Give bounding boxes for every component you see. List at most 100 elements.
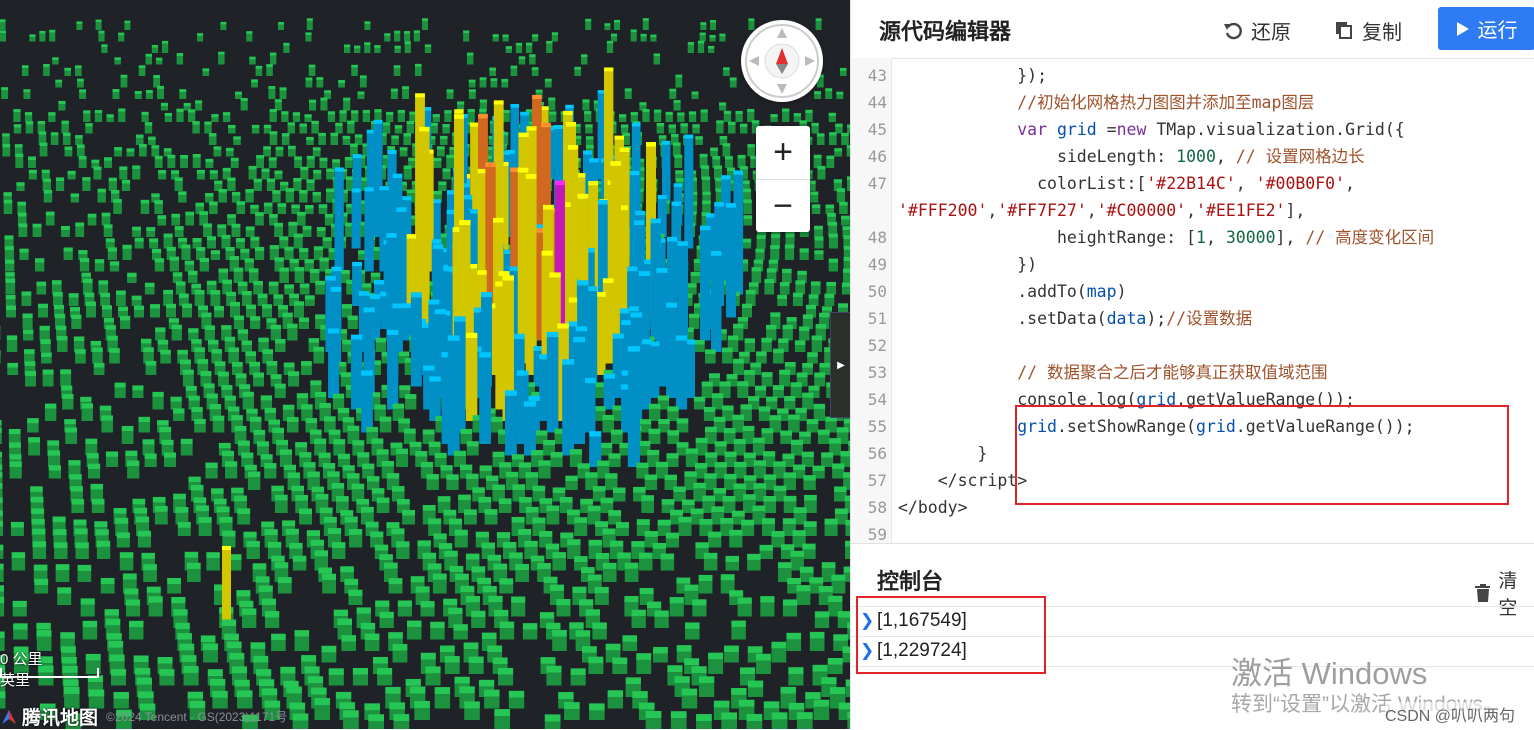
- heatmap-bar: [747, 554, 761, 571]
- heatmap-bar: [232, 224, 241, 237]
- heatmap-bar: [762, 372, 773, 386]
- heatmap-bar: [155, 506, 168, 525]
- run-button[interactable]: 运行: [1438, 7, 1534, 50]
- heatmap-bar: [242, 341, 252, 352]
- code-area[interactable]: 43 });44 //初始化网格热力图图并添加至map图层45 var grid…: [851, 58, 1534, 543]
- heatmap-bar: [702, 176, 710, 191]
- copy-button[interactable]: 复制: [1334, 12, 1402, 48]
- compass-control[interactable]: [741, 20, 823, 102]
- heatmap-bar: [152, 45, 158, 53]
- heatmap-bar: [213, 416, 225, 433]
- heatmap-bar: [588, 657, 603, 674]
- heatmap-bar: [425, 44, 431, 53]
- heatmap-bar: [178, 191, 186, 202]
- heatmap-bar: [364, 21, 370, 30]
- heatmap-bar: [23, 313, 33, 329]
- heatmap-bar: [341, 372, 352, 386]
- heatmap-bar: [608, 690, 623, 708]
- heatmap-bar: [604, 374, 615, 410]
- heatmap-bar: [293, 556, 307, 571]
- heatmap-bar: [704, 407, 715, 421]
- heatmap-bar: [723, 143, 731, 156]
- heatmap-bar: [5, 246, 14, 260]
- heatmap-bar: [108, 247, 117, 260]
- heatmap-bar: [434, 158, 442, 168]
- heatmap-bar: [204, 122, 211, 134]
- heatmap-bar: [526, 174, 537, 375]
- panel-toggle-handle[interactable]: ▶: [830, 312, 850, 418]
- heatmap-bar: [393, 714, 409, 729]
- heatmap-bar: [127, 148, 135, 156]
- heatmap-bar: [23, 329, 33, 340]
- copy-icon: [1334, 20, 1354, 40]
- heatmap-bar: [640, 34, 646, 42]
- heatmap-bar: [318, 133, 326, 145]
- heatmap-bar: [793, 293, 803, 306]
- heatmap-bar: [319, 158, 327, 168]
- heatmap-bar: [675, 75, 682, 88]
- heatmap-bar: [361, 370, 373, 432]
- heatmap-bar: [227, 214, 236, 225]
- heatmap-bar: [141, 112, 148, 122]
- heatmap-bar: [55, 80, 62, 88]
- heatmap-bar: [760, 596, 774, 616]
- heatmap-bar: [689, 314, 699, 329]
- restore-button[interactable]: 还原: [1223, 12, 1291, 48]
- heatmap-bar: [779, 370, 790, 387]
- heatmap-bar: [828, 658, 843, 674]
- heatmap-bar: [297, 212, 306, 226]
- heatmap-bar: [682, 689, 697, 709]
- heatmap-bar: [52, 57, 58, 64]
- heatmap-bar: [251, 79, 258, 87]
- heatmap-bar: [75, 135, 83, 145]
- copy-label: 复制: [1362, 16, 1402, 45]
- heatmap-bar: [284, 247, 293, 260]
- zoom-in-button[interactable]: +: [756, 126, 810, 179]
- heatmap-bar: [172, 325, 182, 341]
- code-text: heightRange: [1, 30000], // 高度变化区间: [898, 224, 1434, 251]
- heatmap-bar: [426, 474, 438, 490]
- heatmap-bar: [33, 224, 42, 237]
- heatmap-bar: [614, 20, 620, 30]
- heatmap-bar: [330, 133, 338, 145]
- heatmap-bar: [516, 43, 522, 53]
- heatmap-bar: [264, 203, 273, 214]
- map-view[interactable]: + − ▶ 0 公里 英里 腾讯地图 ©2024 Tencent - GS(20…: [0, 0, 850, 729]
- heatmap-bar: [666, 112, 673, 122]
- heatmap-bar: [341, 635, 356, 651]
- heatmap-bar: [235, 92, 242, 99]
- heatmap-bar: [315, 281, 325, 295]
- map-brand: 腾讯地图: [22, 703, 98, 729]
- heatmap-bar: [565, 476, 577, 490]
- heatmap-bar: [155, 156, 163, 168]
- heatmap-bar: [490, 78, 497, 87]
- heatmap-bar: [818, 430, 830, 444]
- heatmap-bar: [150, 304, 160, 317]
- heatmap-bar: [10, 461, 22, 478]
- heatmap-bar: [98, 189, 106, 203]
- tencent-map-logo-icon: [0, 708, 18, 726]
- heatmap-bar: [258, 294, 268, 306]
- heatmap-bar: [645, 475, 657, 490]
- heatmap-bar: [6, 295, 16, 306]
- heatmap-bar: [433, 114, 440, 122]
- heatmap-bar: [22, 65, 29, 76]
- heatmap-bar: [264, 463, 276, 478]
- zoom-out-button[interactable]: −: [756, 180, 810, 233]
- heatmap-bar: [272, 190, 280, 202]
- heatmap-bar: [305, 32, 311, 41]
- heatmap-bar: [120, 552, 134, 570]
- heatmap-bar: [62, 394, 73, 410]
- heatmap-bar: [654, 53, 660, 64]
- heatmap-bar: [170, 257, 179, 272]
- heatmap-bar: [532, 67, 539, 76]
- heatmap-bar: [202, 68, 209, 76]
- heatmap-bar: [270, 53, 276, 65]
- heatmap-bar: [671, 711, 687, 729]
- line-number: 52: [851, 332, 887, 359]
- heatmap-bar: [246, 226, 255, 237]
- heatmap-bar: [619, 114, 626, 122]
- code-text: colorList:['#22B14C', '#00B0F0',: [898, 170, 1355, 197]
- heatmap-bar: [156, 58, 162, 65]
- heatmap-bar: [438, 181, 446, 191]
